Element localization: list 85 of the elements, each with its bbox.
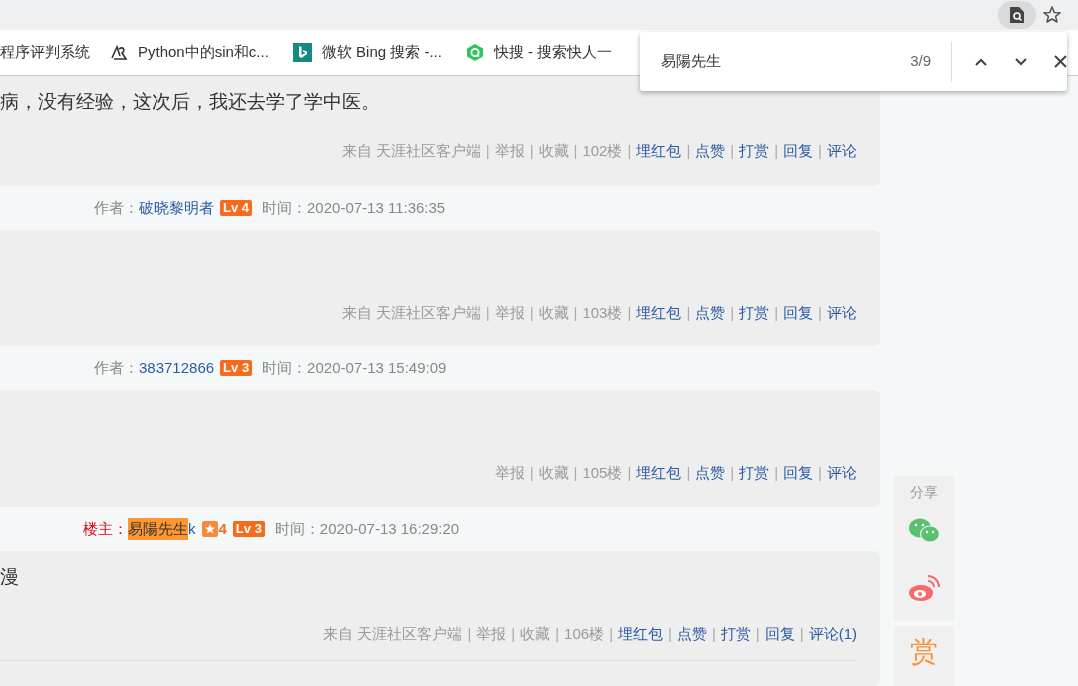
separator: |	[627, 463, 632, 483]
chevron-down-icon[interactable]	[1014, 56, 1028, 67]
action-link[interactable]: 评论(1)	[808, 623, 857, 646]
separator: |	[573, 463, 578, 483]
post-time: 时间：2020-07-13 15:49:09	[262, 357, 447, 378]
action-link[interactable]: 打赏	[720, 623, 751, 646]
highlighted-author-name[interactable]: 易陽先生	[128, 517, 188, 541]
badge-count: 4	[218, 518, 227, 539]
bookmark[interactable]: 快搜 - 搜索快人一	[465, 41, 637, 64]
separator: |	[730, 141, 735, 161]
separator: |	[529, 141, 534, 161]
share-title: 分享	[910, 483, 938, 502]
separator: |	[730, 463, 735, 483]
star-icon[interactable]	[1042, 5, 1062, 25]
level-badge: Lv 3	[232, 521, 265, 537]
separator: |	[818, 463, 822, 483]
separator: |	[774, 141, 779, 161]
action-link[interactable]: 埋红包	[636, 302, 682, 325]
separator: |	[755, 624, 760, 644]
action-link[interactable]: 点赞	[676, 623, 707, 646]
find-in-page-button[interactable]	[998, 1, 1036, 29]
separator: |	[529, 303, 534, 323]
separator: |	[511, 624, 516, 644]
author-name[interactable]: k	[188, 517, 196, 541]
separator: |	[730, 303, 735, 323]
star-badge-icon	[201, 521, 218, 537]
action-link[interactable]: 打赏	[739, 302, 770, 325]
action-link[interactable]: 点赞	[695, 462, 726, 485]
separator: |	[686, 463, 691, 483]
author-label: 作者：	[94, 197, 139, 218]
action-link[interactable]: 评论	[827, 140, 857, 163]
post-time: 时间：2020-07-13 11:36:35	[262, 197, 446, 218]
separator: |	[774, 463, 779, 483]
bookmark[interactable]: Python中的sin和c...	[110, 41, 293, 64]
post-time: 时间：2020-07-13 16:29:20	[274, 518, 460, 539]
bookmark[interactable]: 程序评判系统	[0, 41, 110, 64]
find-in-page-icon	[1009, 6, 1025, 24]
action-link[interactable]: 评论	[827, 302, 857, 325]
separator: |	[668, 624, 672, 644]
separator: |	[686, 303, 691, 323]
author-name[interactable]: 383712866	[139, 356, 215, 380]
separator: |	[818, 141, 822, 161]
author-label: 楼主：	[83, 518, 128, 539]
separator: |	[609, 624, 614, 644]
author-label: 作者：	[94, 357, 139, 378]
separator: |	[467, 624, 472, 644]
action-link[interactable]: 回复	[783, 462, 814, 485]
post-text: 漫	[0, 564, 19, 589]
action-link[interactable]: 回复	[764, 623, 795, 646]
separator: |	[711, 624, 716, 644]
post-text: 病，没有经验，这次后，我还去学了学中医。	[0, 89, 380, 114]
separator: |	[573, 141, 578, 161]
bing-logo-icon	[292, 43, 312, 62]
separator: |	[555, 624, 560, 644]
level-badge: Lv 3	[220, 360, 253, 376]
q-logo-icon	[465, 43, 484, 62]
author-name[interactable]: 破晓黎明者	[139, 196, 214, 220]
match-count: 3/9	[910, 51, 931, 72]
separator: |	[485, 303, 490, 323]
find-query: 易陽先生	[661, 51, 721, 72]
weibo-icon[interactable]	[908, 575, 940, 603]
separator: |	[627, 303, 632, 323]
level-badge: Lv 4	[220, 200, 252, 216]
chevron-up-icon[interactable]	[974, 56, 988, 67]
action-link[interactable]: 点赞	[695, 302, 726, 325]
separator: |	[573, 303, 578, 323]
separator: |	[627, 141, 632, 161]
separator: |	[774, 303, 779, 323]
separator: |	[818, 303, 822, 323]
action-link[interactable]: 回复	[783, 302, 814, 325]
close-icon[interactable]	[1054, 55, 1067, 68]
action-link[interactable]: 评论	[827, 462, 857, 485]
pen-logo-icon	[110, 43, 128, 62]
action-link[interactable]: 打赏	[739, 462, 770, 485]
action-link[interactable]: 埋红包	[636, 462, 682, 485]
separator: |	[799, 624, 804, 644]
bookmark[interactable]: 微软 Bing 搜索 -...	[292, 41, 466, 64]
separator: |	[485, 141, 490, 161]
action-link[interactable]: 点赞	[695, 140, 726, 163]
separator: |	[529, 463, 534, 483]
action-link[interactable]: 打赏	[739, 140, 770, 163]
action-link[interactable]: 埋红包	[636, 140, 682, 163]
separator: |	[686, 141, 691, 161]
action-link[interactable]: 回复	[783, 140, 814, 163]
action-link[interactable]: 埋红包	[618, 623, 664, 646]
